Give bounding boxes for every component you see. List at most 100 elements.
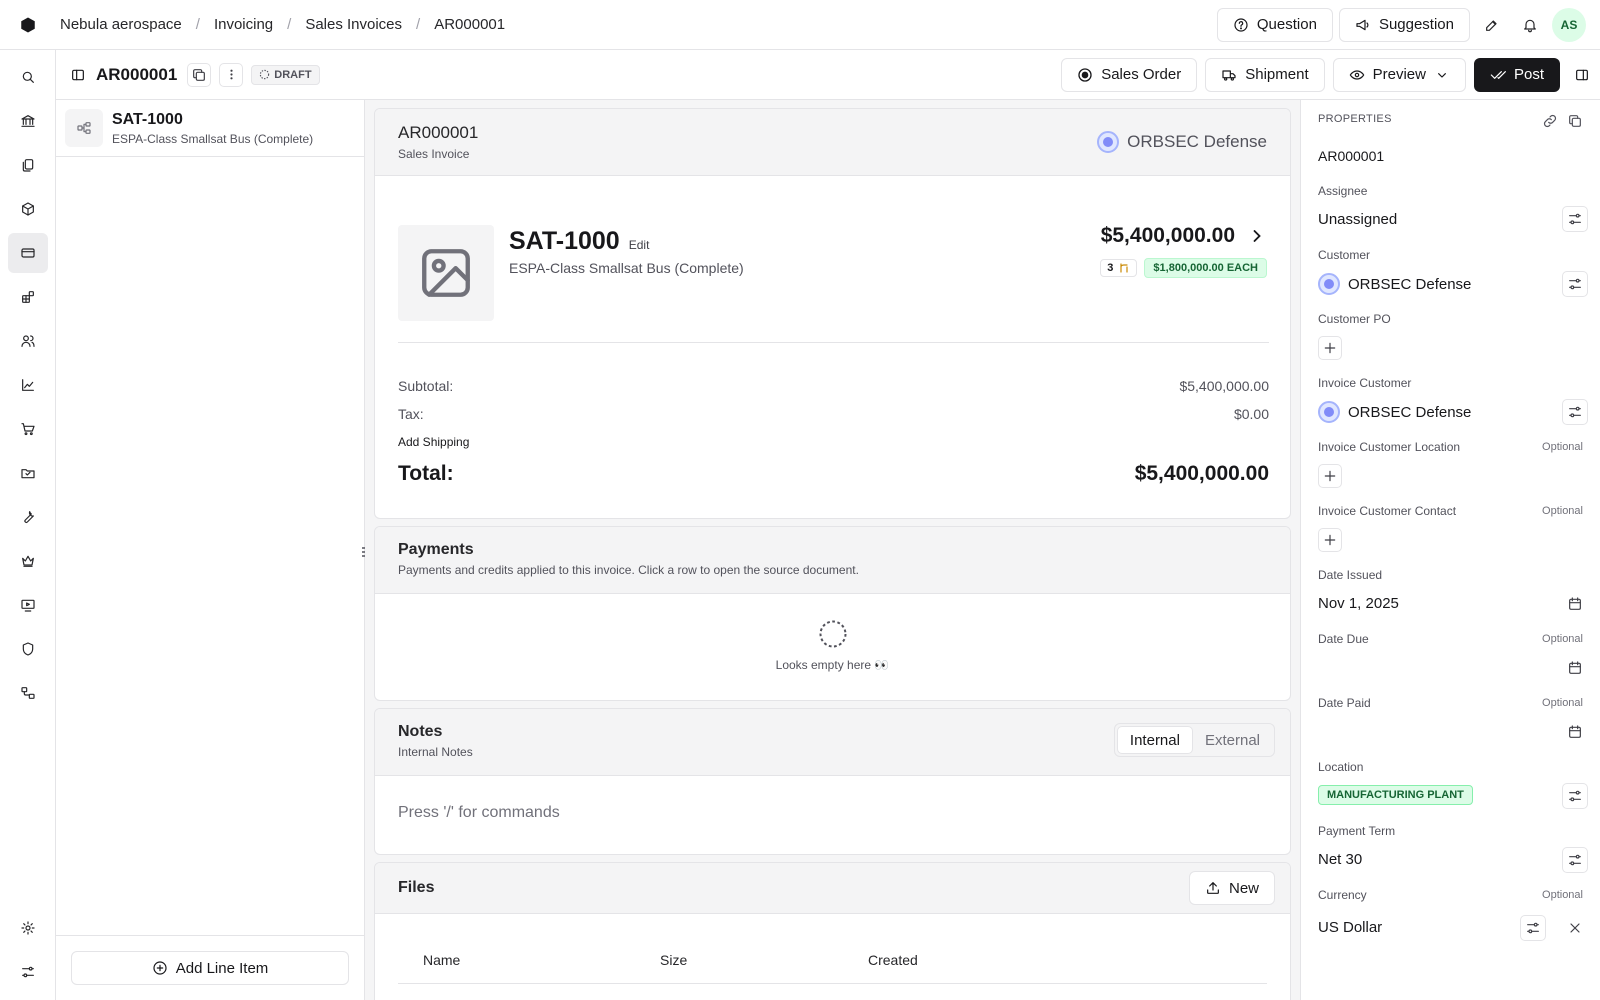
calendar-icon[interactable]	[1562, 591, 1588, 617]
workflow-icon[interactable]	[8, 673, 48, 713]
main-content: AR000001 Sales Invoice ORBSEC Defense SA…	[365, 100, 1300, 1000]
link-icon[interactable]	[1542, 113, 1558, 129]
properties-heading: PROPERTIES	[1318, 113, 1392, 125]
tab-internal[interactable]: Internal	[1116, 726, 1193, 754]
tab-external[interactable]: External	[1193, 726, 1272, 754]
sales-order-label: Sales Order	[1101, 66, 1182, 83]
add-shipping-link[interactable]: Add Shipping	[398, 435, 469, 449]
bank-icon[interactable]	[8, 101, 48, 141]
customer-name: ORBSEC Defense	[1348, 275, 1472, 293]
question-button[interactable]: Question	[1216, 7, 1333, 42]
draft-status-icon	[259, 69, 270, 80]
documents-icon[interactable]	[8, 145, 48, 185]
customer-label: Customer	[1318, 248, 1371, 262]
box-icon[interactable]	[8, 189, 48, 229]
invoice-customer-label: Invoice Customer	[1318, 376, 1412, 390]
payments-card: Payments Payments and credits applied to…	[374, 526, 1291, 701]
edit-item-link[interactable]: Edit	[629, 238, 650, 252]
payments-empty-state: Looks empty here 👀	[375, 594, 1290, 672]
shipment-button[interactable]: Shipment	[1205, 57, 1325, 92]
new-file-button[interactable]: New	[1188, 871, 1275, 905]
invoice-customer[interactable]: ORBSEC Defense	[1097, 131, 1267, 153]
payments-empty-text: Looks empty here 👀	[775, 658, 890, 672]
optional-label: Optional	[1542, 633, 1583, 645]
more-options-icon[interactable]	[219, 62, 244, 87]
column-name[interactable]: Name	[423, 952, 460, 968]
credit-card-icon[interactable]	[8, 233, 48, 273]
edit-icon[interactable]	[1476, 9, 1508, 41]
copy-icon[interactable]	[1567, 113, 1583, 129]
add-customer-po-plus-icon[interactable]	[1318, 336, 1342, 360]
users-icon[interactable]	[8, 321, 48, 361]
column-size[interactable]: Size	[660, 952, 687, 968]
document-header: AR000001 DRAFT Sales Order Shipment Prev…	[56, 50, 1600, 100]
presentation-icon[interactable]	[8, 585, 48, 625]
assignee-edit-sliders-icon[interactable]	[1562, 206, 1588, 232]
invoice-customer-edit-sliders-icon[interactable]	[1562, 399, 1588, 425]
breadcrumb-separator: /	[287, 16, 292, 33]
toggle-sidebar-icon[interactable]	[70, 67, 86, 83]
invoice-customer-value: ORBSEC Defense	[1318, 401, 1471, 423]
status-badge: DRAFT	[251, 64, 320, 85]
avatar[interactable]: AS	[1552, 7, 1586, 42]
suggestion-label: Suggestion	[1378, 16, 1454, 33]
chart-icon[interactable]	[8, 365, 48, 405]
payments-title: Payments	[398, 541, 474, 558]
shipment-label: Shipment	[1245, 66, 1309, 83]
currency-value: US Dollar	[1318, 919, 1383, 936]
line-item[interactable]: SAT-1000 ESPA-Class Smallsat Bus (Comple…	[56, 100, 364, 157]
breadcrumb-invoicing[interactable]: Invoicing	[214, 16, 273, 33]
calendar-icon[interactable]	[1562, 655, 1588, 681]
shield-icon[interactable]	[8, 629, 48, 669]
inbox-icon[interactable]	[8, 453, 48, 493]
breadcrumb-separator: /	[416, 16, 421, 33]
top-bar: Nebula aerospace / Invoicing / Sales Inv…	[0, 0, 1600, 50]
search-icon[interactable]	[8, 57, 48, 97]
notes-editor[interactable]: Press '/' for commands	[375, 776, 1290, 822]
bell-icon[interactable]	[1514, 9, 1546, 41]
plus-circle-icon	[152, 960, 168, 976]
invoice-customer-location-label: Invoice Customer Location	[1318, 440, 1461, 454]
total-value: $5,400,000.00	[1134, 462, 1269, 485]
cart-icon[interactable]	[8, 409, 48, 449]
invoice-customer-name: ORBSEC Defense	[1348, 403, 1472, 421]
divider	[398, 342, 1269, 343]
breadcrumb-sales-invoices[interactable]: Sales Invoices	[305, 16, 402, 33]
payment-term-value: Net 30	[1318, 851, 1363, 868]
location-edit-sliders-icon[interactable]	[1562, 783, 1588, 809]
post-button[interactable]: Post	[1473, 57, 1560, 92]
tax-value: $0.00	[1233, 406, 1269, 422]
date-issued-value[interactable]: Nov 1, 2025	[1318, 595, 1399, 612]
suggestion-button[interactable]: Suggestion	[1338, 7, 1470, 42]
currency-edit-sliders-icon[interactable]	[1520, 915, 1546, 941]
property-id: AR000001	[1318, 148, 1385, 164]
merge-icon	[1118, 262, 1130, 274]
breadcrumb-company[interactable]: Nebula aerospace	[60, 16, 182, 33]
preview-dropdown[interactable]: Preview	[1332, 57, 1466, 92]
payment-term-edit-sliders-icon[interactable]	[1562, 847, 1588, 873]
breadcrumb-current[interactable]: AR000001	[434, 16, 505, 33]
post-label: Post	[1513, 66, 1544, 83]
sliders-icon[interactable]	[8, 952, 48, 992]
blocks-icon[interactable]	[8, 277, 48, 317]
sales-order-button[interactable]: Sales Order	[1061, 57, 1198, 92]
toggle-properties-icon[interactable]	[1574, 67, 1590, 83]
wrench-icon[interactable]	[8, 497, 48, 537]
customer-edit-sliders-icon[interactable]	[1562, 271, 1588, 297]
item-code: SAT-1000	[509, 227, 620, 255]
settings-icon[interactable]	[8, 908, 48, 948]
subtotal-row: Subtotal: $5,400,000.00	[398, 378, 1269, 394]
subtotal-value: $5,400,000.00	[1179, 378, 1269, 394]
crown-icon[interactable]	[8, 541, 48, 581]
column-created[interactable]: Created	[868, 952, 918, 968]
close-icon[interactable]	[1562, 915, 1588, 941]
add-contact-plus-icon[interactable]	[1318, 528, 1342, 552]
copy-icon[interactable]	[187, 62, 212, 87]
logo-icon[interactable]	[0, 0, 56, 50]
chevron-down-icon	[1434, 67, 1450, 83]
add-line-item-button[interactable]: Add Line Item	[71, 951, 349, 985]
location-value: MANUFACTURING PLANT	[1318, 785, 1473, 805]
add-location-plus-icon[interactable]	[1318, 464, 1342, 488]
chevron-right-icon[interactable]	[1247, 226, 1267, 246]
calendar-icon[interactable]	[1562, 719, 1588, 745]
